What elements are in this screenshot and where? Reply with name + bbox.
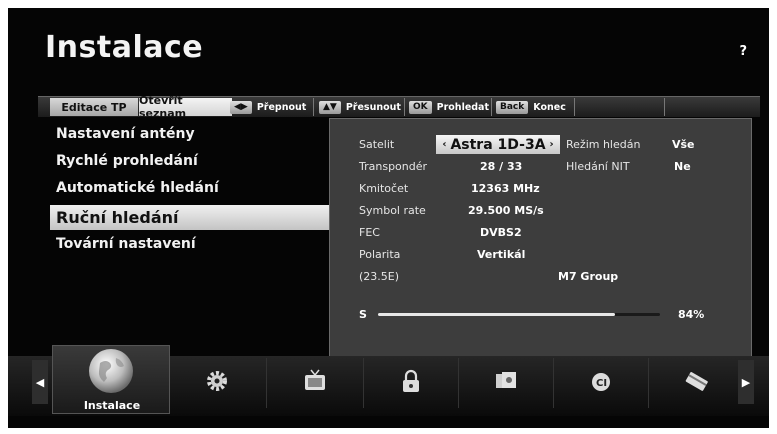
media-icon[interactable]	[493, 368, 519, 394]
signal-label: S	[359, 308, 367, 321]
up-down-key-icon: ▲▼	[319, 100, 341, 114]
divider	[648, 358, 649, 408]
dock-item-label: Instalace	[83, 399, 141, 412]
signal-strength-bar	[378, 313, 660, 316]
polarity-label: Polarita	[359, 248, 401, 261]
divider	[404, 98, 405, 116]
frequency-value[interactable]: 12363 MHz	[471, 182, 540, 195]
back-key-icon: Back	[496, 100, 529, 114]
hint-label: Přepnout	[256, 101, 307, 113]
help-icon[interactable]: ?	[739, 44, 747, 59]
divider	[664, 98, 665, 116]
hint-switch: ◀▶ Přepnout	[230, 99, 306, 115]
dock-left-arrow-icon[interactable]: ◀	[32, 360, 48, 404]
divider	[266, 358, 267, 408]
chevron-left-icon[interactable]: ‹	[442, 139, 446, 150]
fec-value[interactable]: DVBS2	[480, 226, 522, 239]
hint-label: Přesunout	[345, 101, 401, 113]
chevron-right-icon[interactable]: ›	[550, 139, 554, 150]
menu-item-factory-reset[interactable]: Tovární nastavení	[50, 232, 332, 259]
menu-item-quick-scan[interactable]: Rychlé prohledání	[50, 149, 332, 176]
gear-icon[interactable]	[204, 368, 230, 394]
ci-card-icon[interactable]: CI	[588, 368, 614, 394]
divider	[553, 358, 554, 408]
signal-value: 84%	[678, 308, 705, 321]
tv-icon[interactable]	[302, 368, 328, 394]
satellite-selector[interactable]: ‹ Astra 1D-3A ›	[436, 135, 560, 154]
transponder-value[interactable]: 28 / 33	[480, 160, 522, 173]
transponder-label: Transpondér	[359, 160, 428, 173]
tab-edit-tp[interactable]: Editace TP	[50, 98, 138, 116]
symbol-rate-label: Symbol rate	[359, 204, 426, 217]
globe-icon	[89, 349, 133, 393]
menu-item-manual-search[interactable]: Ruční hledání	[50, 205, 332, 230]
polarity-value[interactable]: Vertikál	[477, 248, 525, 261]
frequency-label: Kmitočet	[359, 182, 409, 195]
menu-item-antenna-settings[interactable]: Nastavení antény	[50, 122, 332, 149]
svg-text:CI: CI	[596, 378, 607, 389]
divider	[363, 358, 364, 408]
hint-move: ▲▼ Přesunout	[319, 99, 401, 115]
nit-search-label: Hledání NIT	[566, 160, 630, 173]
hint-search: OK Prohledat	[409, 99, 489, 115]
satellite-label: Satelit	[359, 138, 395, 151]
hint-exit: Back Konec	[496, 99, 566, 115]
dock-right-arrow-icon[interactable]: ▶	[738, 360, 754, 404]
satellite-value: Astra 1D-3A	[450, 136, 546, 153]
page-title: Instalace	[45, 30, 204, 65]
orbital-position: (23.5E)	[359, 270, 400, 283]
ok-key-icon: OK	[409, 100, 432, 114]
divider	[313, 98, 314, 116]
hint-label: Konec	[533, 101, 566, 113]
search-mode-label: Režim hledán	[566, 138, 641, 151]
install-menu: Nastavení antény Rychlé prohledání Autom…	[50, 122, 332, 259]
nit-search-value[interactable]: Ne	[674, 160, 691, 173]
signal-strength-fill	[378, 313, 615, 316]
divider	[491, 98, 492, 116]
lock-icon[interactable]	[398, 368, 424, 394]
divider	[574, 98, 575, 116]
tab-open-list[interactable]: Otevřít seznam	[139, 94, 232, 120]
manual-search-panel: Satelit ‹ Astra 1D-3A › Režim hledán Vše…	[329, 118, 752, 364]
left-right-key-icon: ◀▶	[230, 100, 252, 114]
menu-item-auto-search[interactable]: Automatické hledání	[50, 176, 332, 203]
divider	[458, 358, 459, 408]
tv-screen: Instalace ? Editace TP Otevřít seznam ◀▶…	[8, 8, 769, 428]
provider-name: M7 Group	[558, 270, 619, 283]
symbol-rate-value[interactable]: 29.500 MS/s	[468, 204, 544, 217]
search-mode-value[interactable]: Vše	[672, 138, 695, 151]
hint-label: Prohledat	[436, 101, 490, 113]
fec-label: FEC	[359, 226, 380, 239]
card-icon[interactable]	[684, 368, 710, 394]
